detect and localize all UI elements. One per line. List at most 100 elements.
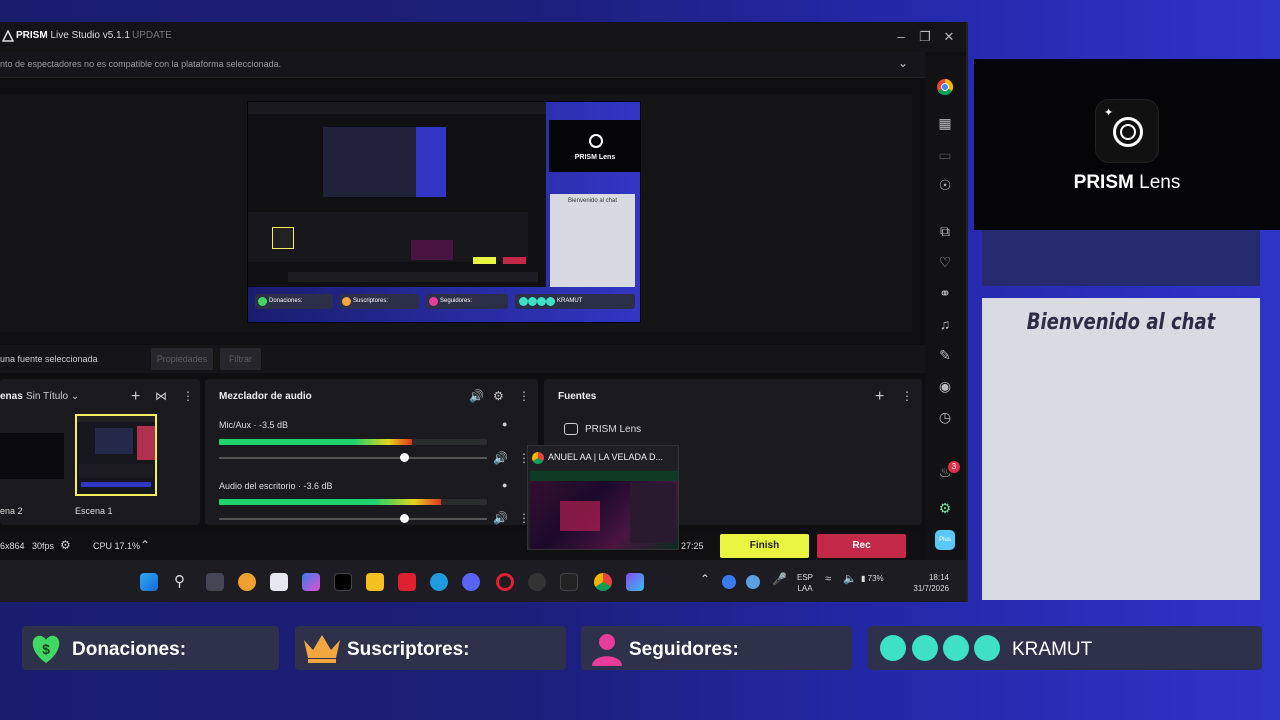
- heart-icon[interactable]: ♡: [934, 251, 956, 273]
- wifi-icon[interactable]: ≈: [825, 573, 831, 585]
- edge-icon[interactable]: [430, 573, 448, 591]
- preview-lens-label: PRISM Lens: [574, 154, 616, 161]
- maximize-icon[interactable]: ❐: [915, 27, 935, 47]
- start-icon[interactable]: [140, 573, 158, 591]
- prism-app-icon[interactable]: [560, 573, 578, 591]
- scene-label: ena 2: [0, 506, 23, 516]
- add-source-icon[interactable]: +: [875, 388, 884, 406]
- decor-dot: [943, 635, 969, 661]
- channel-label: Mic/Aux · -3.5 dB: [219, 420, 289, 430]
- input-language[interactable]: ESP LAA: [797, 572, 813, 594]
- update-link[interactable]: UPDATE: [132, 30, 172, 41]
- properties-button[interactable]: Propiedades: [151, 348, 213, 370]
- rec-button[interactable]: Rec: [817, 534, 906, 558]
- scene-thumbnail[interactable]: [0, 433, 64, 479]
- svg-text:$: $: [42, 641, 50, 657]
- finish-button[interactable]: Finish: [720, 534, 809, 558]
- minimize-icon[interactable]: –: [891, 27, 911, 47]
- source-item[interactable]: PRISM Lens: [585, 424, 641, 435]
- more-options-icon[interactable]: ⋮: [518, 389, 530, 403]
- properties-bar: una fuente seleccionada Propiedades Filt…: [0, 345, 925, 373]
- fps-label: 30fps: [32, 541, 55, 551]
- copilot-icon[interactable]: [302, 573, 320, 591]
- volume-slider-knob[interactable]: [399, 453, 409, 462]
- scene-collection-select[interactable]: Sin Título ⌄: [26, 391, 79, 402]
- wps-icon[interactable]: [398, 573, 416, 591]
- decor-dot: [880, 635, 906, 661]
- obs-icon[interactable]: [528, 573, 546, 591]
- volume-slider-knob[interactable]: [399, 514, 409, 523]
- tray-app-icon[interactable]: [722, 575, 736, 589]
- volume-icon[interactable]: 🔈: [843, 572, 857, 585]
- toggle-dot-icon[interactable]: ●: [502, 480, 507, 490]
- plugin-icon[interactable]: ⚙: [934, 497, 956, 519]
- clock[interactable]: 18:14 31/7/2026: [905, 572, 949, 594]
- gear-icon[interactable]: ⚙: [493, 389, 504, 403]
- store-icon[interactable]: [270, 573, 288, 591]
- prism-logo-icon: [2, 30, 14, 42]
- preview-followers-bar: Seguidores:: [426, 294, 508, 309]
- chrome-icon[interactable]: [594, 573, 612, 591]
- speaker-icon[interactable]: 🔊: [493, 451, 508, 465]
- layout-icon[interactable]: ▦: [934, 112, 956, 134]
- chat-title: Bienvenido al chat: [1026, 310, 1216, 335]
- battery-status[interactable]: ▮ 73%: [861, 574, 884, 583]
- add-scene-icon[interactable]: +: [131, 388, 140, 406]
- transition-icon[interactable]: ⋈: [155, 389, 167, 403]
- camera-icon[interactable]: ◉: [934, 375, 956, 397]
- level-meter-fill: [219, 439, 412, 445]
- weather-icon[interactable]: [238, 573, 256, 591]
- speaker-icon[interactable]: 🔊: [469, 389, 484, 403]
- more-options-icon[interactable]: ⋮: [901, 389, 913, 403]
- chat-box: Bienvenido al chat: [982, 298, 1260, 600]
- filter-button[interactable]: Filtrar: [220, 348, 261, 370]
- more-options-icon[interactable]: ⋮: [182, 389, 194, 403]
- popup-thumbnail[interactable]: [530, 471, 678, 549]
- decor-dot: [974, 635, 1000, 661]
- timer-icon[interactable]: ◷: [934, 406, 956, 428]
- scene-thumbnail-active[interactable]: [75, 414, 157, 496]
- popup-title: ANUEL AA | LA VELADA D...: [548, 452, 664, 462]
- chevron-up-icon[interactable]: ⌃: [140, 538, 150, 552]
- folder-icon[interactable]: [366, 573, 384, 591]
- tiktok-icon[interactable]: [334, 573, 352, 591]
- volume-slider[interactable]: [219, 518, 487, 520]
- speaker-icon[interactable]: 🔊: [493, 511, 508, 525]
- plus-badge[interactable]: Plus: [935, 530, 955, 550]
- opera-icon[interactable]: [496, 573, 514, 591]
- volume-slider[interactable]: [219, 457, 487, 459]
- preview-chat-box: Bienvenido al chat: [550, 194, 635, 287]
- platform-icon[interactable]: [934, 78, 956, 100]
- toggle-dot-icon[interactable]: ●: [502, 419, 507, 429]
- notification-badge: 3: [948, 461, 960, 473]
- task-view-icon[interactable]: [206, 573, 224, 591]
- source-type-icon: [564, 423, 578, 435]
- discord-icon[interactable]: [462, 573, 480, 591]
- audio-mixer-dock: Mezclador de audio 🔊 ⚙ ⋮ Mic/Aux · -3.5 …: [205, 379, 538, 525]
- chrome-icon: [532, 452, 544, 464]
- copy-icon[interactable]: ⧉: [934, 220, 956, 242]
- settings-gear-icon[interactable]: ⚙: [60, 538, 71, 552]
- sources-title: Fuentes: [558, 391, 597, 402]
- streamer-bar: KRAMUT: [868, 626, 1262, 670]
- chevron-down-icon[interactable]: ⌄: [898, 56, 908, 70]
- sticker-icon[interactable]: ⚭: [934, 282, 956, 304]
- sparkle-icon: ✦: [1104, 107, 1114, 119]
- app-icon[interactable]: [626, 573, 644, 591]
- tray-chevron-up-icon[interactable]: ⌃: [700, 572, 710, 586]
- microphone-icon[interactable]: 🎤: [772, 572, 787, 586]
- draw-icon[interactable]: ✎: [934, 344, 956, 366]
- close-icon[interactable]: ✕: [939, 27, 959, 47]
- stream-time: 27:25: [681, 541, 704, 551]
- donations-label: Donaciones:: [72, 639, 187, 660]
- crown-icon: [304, 635, 340, 663]
- tray-cloud-icon[interactable]: [746, 575, 760, 589]
- chat-bubble-icon[interactable]: ▭: [934, 144, 956, 166]
- notice-bar: nto de espectadores no es compatible con…: [0, 52, 925, 78]
- scene-label: Escena 1: [75, 506, 113, 516]
- chat-icon[interactable]: ☉: [934, 174, 956, 196]
- music-icon[interactable]: ♫: [934, 313, 956, 335]
- stream-preview[interactable]: PRISM Lens Bienvenido al chat Donaciones…: [247, 101, 641, 323]
- taskbar-preview-popup[interactable]: ANUEL AA | LA VELADA D...: [527, 445, 679, 550]
- search-icon[interactable]: ⚲: [174, 572, 185, 590]
